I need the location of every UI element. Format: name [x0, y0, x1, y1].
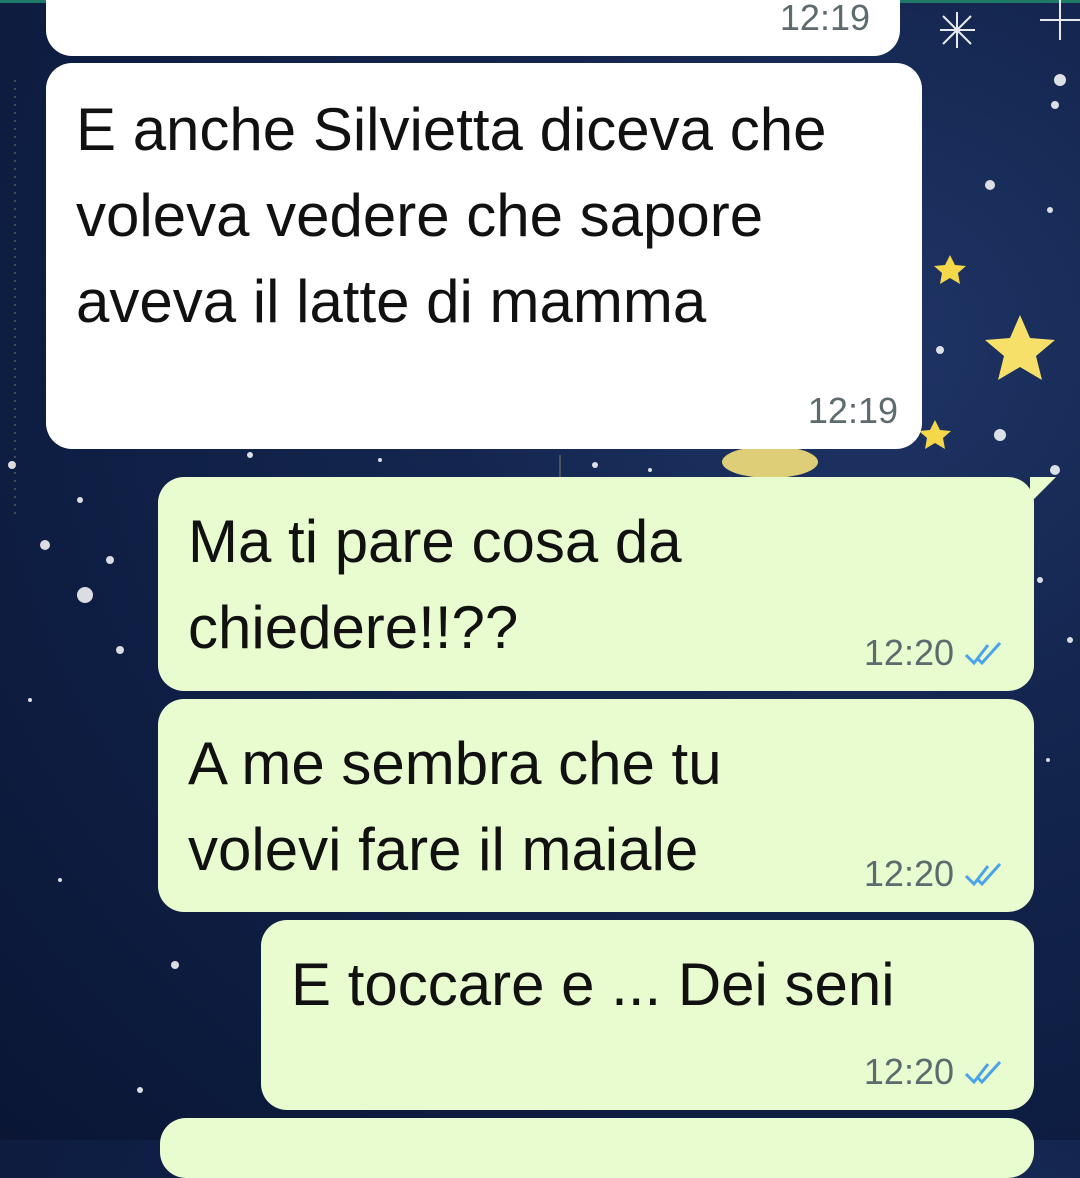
message-text: E anche Silvietta diceva che voleva vede…: [76, 96, 827, 335]
message-meta: 12:20: [864, 854, 1004, 894]
message-time: 12:19: [779, 0, 870, 38]
message-text: A me sembra che tu volevi fare il maiale: [188, 730, 722, 883]
read-double-check-icon: [964, 641, 1002, 666]
message-bubble-outgoing[interactable]: E toccare e ... Dei seni 12:20: [261, 920, 1034, 1110]
message-text: Ma ti pare cosa da chiedere!!??: [188, 508, 682, 661]
message-bubble-incoming[interactable]: E anche Silvietta diceva che voleva vede…: [46, 63, 922, 449]
bubble-tail: [1030, 477, 1056, 503]
message-time: 12:20: [863, 853, 954, 894]
message-bubble-outgoing[interactable]: [160, 1118, 1034, 1178]
message-meta: 12:20: [864, 1052, 1004, 1092]
message-text: E toccare e ... Dei seni: [291, 951, 895, 1018]
message-time: 12:20: [863, 632, 954, 673]
message-bubble-outgoing[interactable]: A me sembra che tu volevi fare il maiale…: [158, 699, 1034, 912]
message-meta: 12:19: [780, 0, 870, 38]
message-time: 12:20: [863, 1051, 954, 1092]
message-meta: 12:20: [864, 633, 1004, 673]
message-bubble-outgoing[interactable]: Ma ti pare cosa da chiedere!!?? 12:20: [158, 477, 1056, 691]
read-double-check-icon: [964, 862, 1002, 887]
message-time: 12:19: [807, 390, 898, 431]
message-meta: 12:19: [808, 391, 898, 431]
message-bubble-incoming[interactable]: 12:19: [46, 0, 900, 56]
read-double-check-icon: [964, 1060, 1002, 1085]
